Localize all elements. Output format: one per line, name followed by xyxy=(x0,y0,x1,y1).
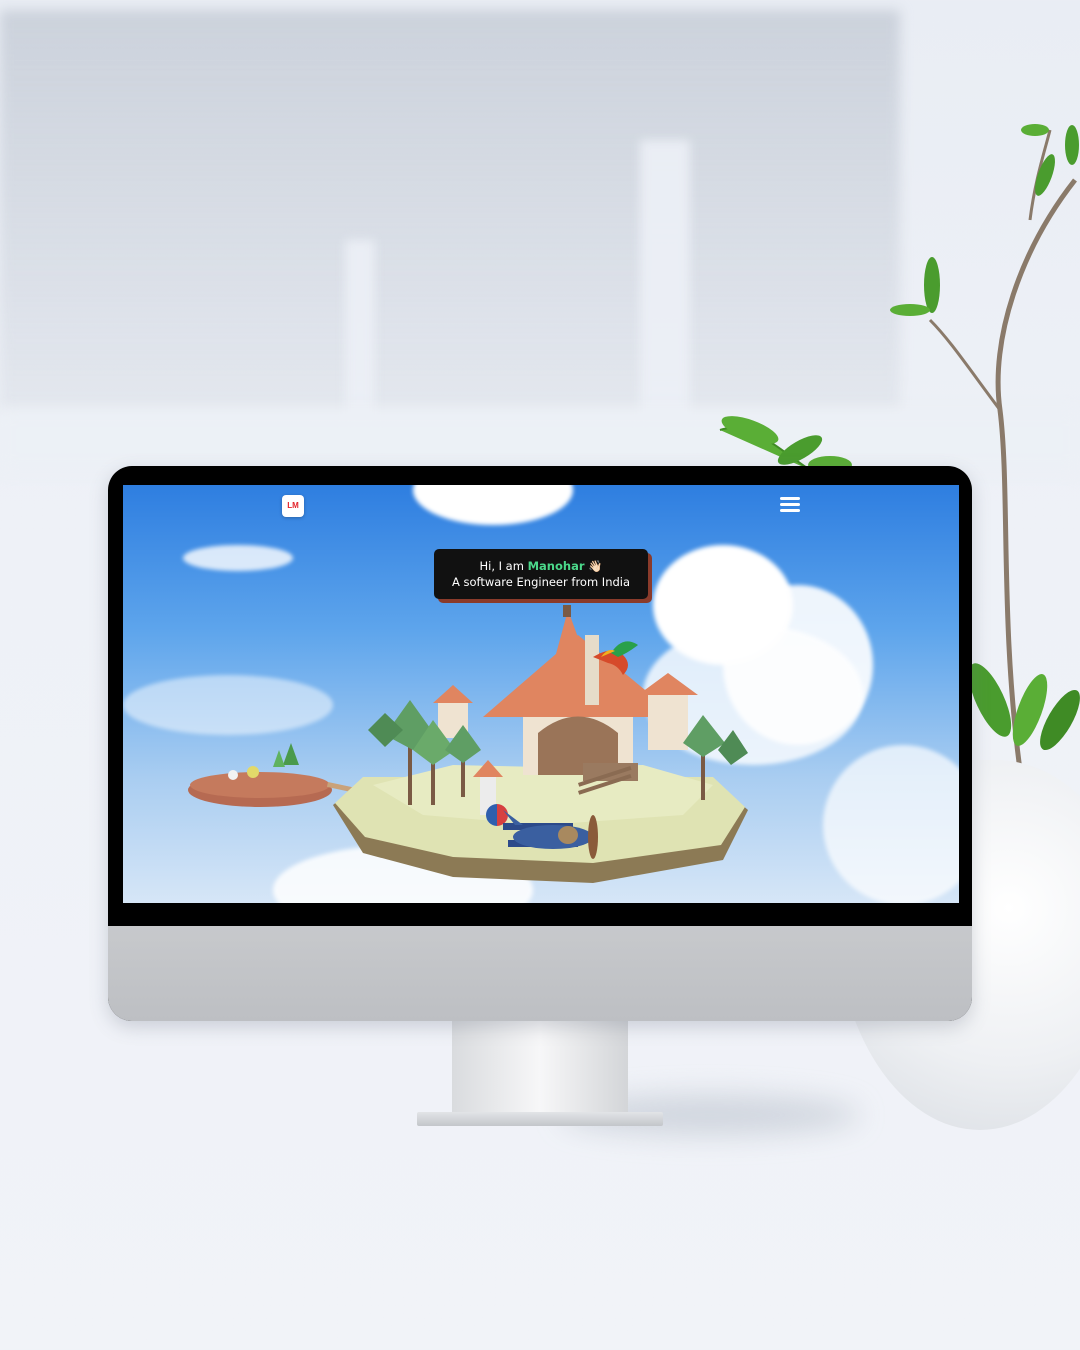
monitor: LM Hi, I am Manohar 👋🏻 A software Engine… xyxy=(108,466,972,1021)
wave-emoji-icon: 👋🏻 xyxy=(588,559,603,573)
monitor-stand xyxy=(452,1020,628,1115)
website-screen: LM Hi, I am Manohar 👋🏻 A software Engine… xyxy=(123,485,959,903)
logo-button[interactable]: LM xyxy=(282,495,304,517)
monitor-chin xyxy=(108,926,972,1021)
monitor-stand-foot xyxy=(417,1112,663,1126)
menu-bar xyxy=(780,509,800,512)
greeting-card: Hi, I am Manohar 👋🏻 A software Engineer … xyxy=(434,549,648,599)
menu-bar xyxy=(780,497,800,500)
greeting-prefix: Hi, I am xyxy=(479,559,524,573)
greeting-subtitle: A software Engineer from India xyxy=(451,575,631,589)
greeting-name: Manohar xyxy=(527,559,585,573)
hamburger-menu-icon[interactable] xyxy=(780,497,800,515)
greeting-line: Hi, I am Manohar 👋🏻 xyxy=(434,558,648,574)
island-scene xyxy=(188,605,748,883)
menu-bar xyxy=(780,503,800,506)
